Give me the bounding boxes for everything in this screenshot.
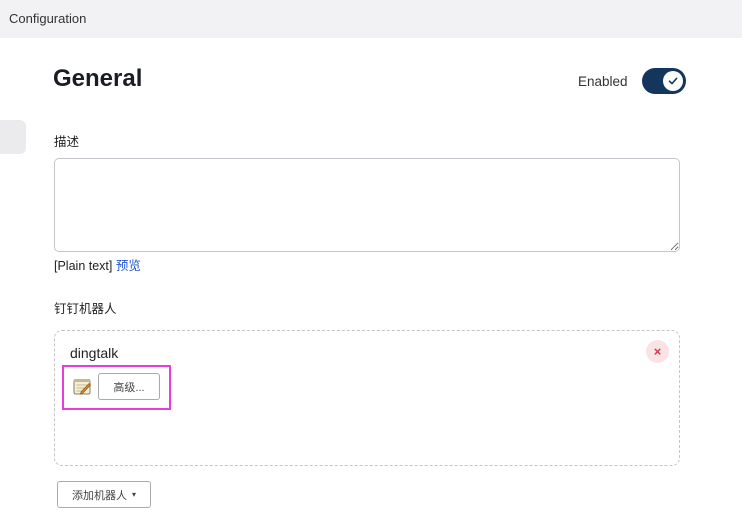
close-icon: × [653, 344, 662, 359]
add-robot-button[interactable]: 添加机器人 ▾ [57, 481, 151, 508]
preview-link[interactable]: 预览 [116, 259, 141, 273]
toggle-knob [662, 71, 683, 91]
check-icon [668, 77, 677, 85]
robot-item-card: dingtalk × 高级... [54, 330, 680, 466]
description-label: 描述 [54, 135, 80, 149]
chevron-down-icon: ▾ [131, 490, 136, 499]
delete-robot-button[interactable]: × [646, 340, 669, 363]
breadcrumb[interactable]: Configuration [9, 11, 86, 26]
notepad-icon [73, 379, 91, 395]
add-robot-label: 添加机器人 [71, 489, 127, 502]
description-textarea[interactable] [54, 158, 680, 252]
markup-info: [Plain text] 预览 [54, 255, 141, 274]
robots-label: 钉钉机器人 [54, 302, 117, 316]
top-bar: Configuration [0, 0, 742, 38]
highlight-box: 高级... [62, 365, 171, 410]
page-title: General [53, 65, 143, 92]
enabled-control: Enabled [578, 68, 686, 94]
robot-name: dingtalk [70, 345, 119, 361]
enabled-label: Enabled [578, 73, 628, 89]
markup-format: [Plain text] [54, 259, 113, 273]
advanced-button[interactable]: 高级... [98, 373, 160, 400]
enabled-toggle[interactable] [641, 68, 686, 94]
side-nav-tab[interactable] [0, 120, 26, 154]
